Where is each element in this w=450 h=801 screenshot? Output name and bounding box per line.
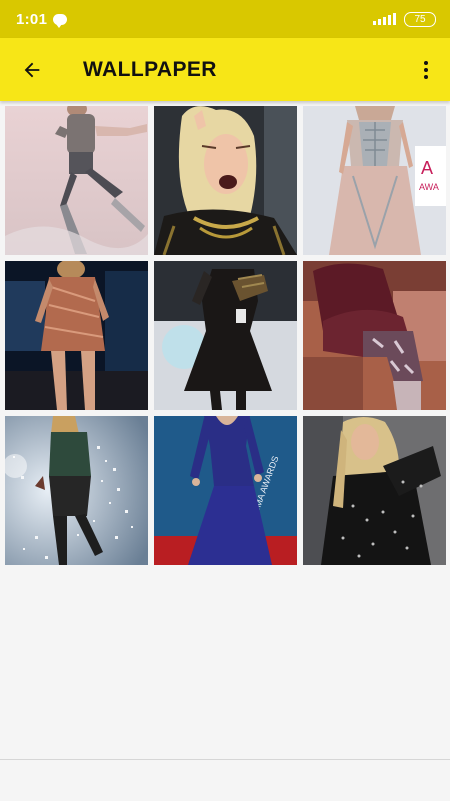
sign-text: A <box>421 158 433 178</box>
wallpaper-thumbnail[interactable]: CMA AWARDS <box>154 416 297 565</box>
more-options-button[interactable] <box>408 46 444 94</box>
bottom-bar <box>0 759 450 801</box>
back-button[interactable] <box>8 46 56 94</box>
wallpaper-grid: A AWA CMA AWARDS <box>5 106 446 565</box>
wallpaper-thumbnail[interactable]: A AWA <box>303 106 446 255</box>
chat-notification-icon <box>53 13 68 28</box>
status-right: 75 <box>373 11 436 27</box>
wallpaper-thumbnail[interactable] <box>5 106 148 255</box>
signal-icon <box>373 13 396 25</box>
battery-icon: 75 <box>404 11 436 27</box>
page-title: WALLPAPER <box>83 57 217 81</box>
wallpaper-thumbnail[interactable] <box>303 261 446 410</box>
wallpaper-thumbnail[interactable] <box>154 261 297 410</box>
wallpaper-thumbnail[interactable] <box>5 416 148 565</box>
wallpaper-thumbnail[interactable] <box>5 261 148 410</box>
app-bar: WALLPAPER <box>0 38 450 101</box>
wallpaper-thumbnail[interactable] <box>303 416 446 565</box>
more-vert-icon <box>424 60 428 65</box>
arrow-back-icon <box>24 62 40 77</box>
status-time: 1:01 <box>16 10 48 28</box>
svg-text:AWA: AWA <box>419 182 439 192</box>
status-bar: 1:01 75 <box>0 0 450 38</box>
wallpaper-thumbnail[interactable] <box>154 106 297 255</box>
